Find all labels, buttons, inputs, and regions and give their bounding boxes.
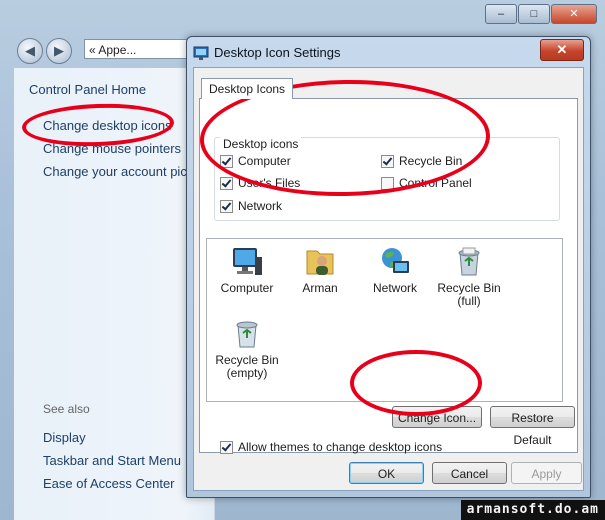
checkbox-users-files[interactable]: User's Files: [220, 176, 300, 190]
checkbox-label: User's Files: [238, 176, 301, 190]
cancel-button[interactable]: Cancel: [432, 462, 507, 484]
checkbox-label: Allow themes to change desktop icons: [238, 440, 443, 454]
icon-item-computer[interactable]: Computer: [207, 245, 287, 295]
control-panel-home-link[interactable]: Control Panel Home: [29, 82, 146, 97]
ok-button[interactable]: OK: [349, 462, 424, 484]
watermark: armansoft.do.am: [460, 500, 605, 520]
user-folder-icon: [306, 250, 334, 275]
forward-button[interactable]: ▶: [46, 38, 72, 64]
checkbox-label: Network: [238, 199, 283, 213]
checkbox-label: Computer: [238, 154, 291, 168]
desktop-settings-icon: [193, 46, 209, 60]
tab-desktop-icons[interactable]: Desktop Icons: [201, 78, 294, 99]
checkbox-computer[interactable]: Computer: [220, 154, 291, 168]
icon-label: Network: [372, 281, 417, 295]
see-also-heading: See also: [43, 402, 90, 416]
checkbox-label: Recycle Bin: [399, 154, 463, 168]
maximize-button[interactable]: □: [518, 4, 550, 24]
icon-label: Recycle Bin (empty): [215, 353, 279, 380]
icon-item-recycle-bin-full[interactable]: Recycle Bin (full): [429, 245, 509, 308]
dialog-close-button[interactable]: ✕: [540, 39, 584, 61]
apply-button[interactable]: Apply: [511, 462, 582, 484]
back-button[interactable]: ◀: [17, 38, 43, 64]
checkbox-box[interactable]: [381, 154, 394, 168]
address-bar[interactable]: « Appe...: [84, 39, 194, 59]
change-account-picture-link[interactable]: Change your account pictu: [43, 164, 198, 179]
checkbox-box[interactable]: [220, 440, 233, 454]
tab-page: Desktop icons Computer Recycle Bin User'…: [199, 98, 578, 454]
recycle-bin-empty-icon: [236, 321, 258, 348]
icon-label: Arman: [302, 281, 338, 295]
taskbar-start-menu-link[interactable]: Taskbar and Start Menu: [43, 453, 181, 468]
desktop-icon-settings-dialog: Desktop Icon Settings ✕ Desktop Icons De…: [186, 36, 591, 498]
window-caption-buttons: – □ ✕: [485, 4, 597, 24]
checkbox-box[interactable]: [220, 199, 233, 213]
change-icon-button[interactable]: Change Icon...: [392, 406, 482, 428]
computer-icon: [233, 248, 262, 275]
icon-label: Recycle Bin (full): [437, 281, 501, 308]
icon-label: Computer: [220, 281, 274, 295]
network-icon: [382, 248, 409, 273]
checkbox-box[interactable]: [381, 176, 394, 190]
recycle-bin-full-icon: [458, 247, 480, 276]
checkbox-control-panel[interactable]: Control Panel: [381, 176, 472, 190]
display-link[interactable]: Display: [43, 430, 86, 445]
checkbox-box[interactable]: [220, 154, 233, 168]
checkbox-label: Control Panel: [399, 176, 472, 190]
dialog-body: Desktop Icons Desktop icons Computer Rec…: [193, 67, 584, 491]
icon-item-network[interactable]: Network: [355, 245, 435, 295]
icon-item-recycle-bin-empty[interactable]: Recycle Bin (empty): [207, 317, 287, 380]
checkbox-allow-themes[interactable]: Allow themes to change desktop icons: [220, 440, 442, 454]
checkbox-recycle-bin[interactable]: Recycle Bin: [381, 154, 462, 168]
icon-item-user-folder[interactable]: Arman: [280, 245, 360, 295]
close-button[interactable]: ✕: [551, 4, 597, 24]
checkbox-network[interactable]: Network: [220, 199, 282, 213]
checkbox-box[interactable]: [220, 176, 233, 190]
icon-list: Computer Arman Network Recycle Bin (full…: [206, 238, 563, 402]
dialog-title: Desktop Icon Settings: [214, 45, 341, 60]
group-title: Desktop icons: [220, 137, 302, 151]
restore-default-button[interactable]: Restore Default: [490, 406, 575, 447]
minimize-button[interactable]: –: [485, 4, 517, 24]
ease-of-access-link[interactable]: Ease of Access Center: [43, 476, 175, 491]
